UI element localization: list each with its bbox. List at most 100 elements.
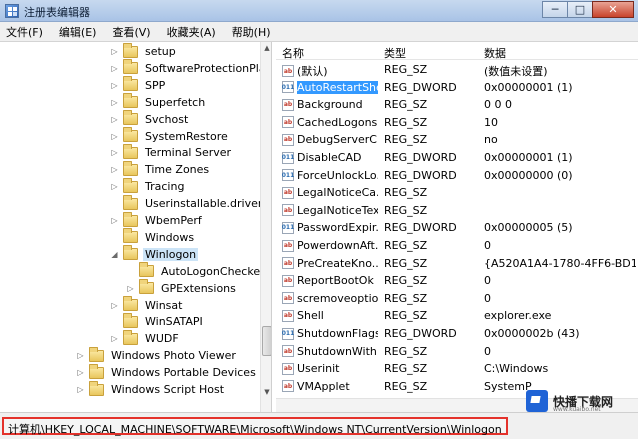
menu-help[interactable]: 帮助(H) [232, 24, 271, 40]
tree-item[interactable]: ▷ SystemRestore [110, 127, 230, 145]
value-data: 10 [484, 115, 498, 129]
value-row[interactable]: ab LegalNoticeText REG_SZ [276, 203, 638, 220]
tree-item[interactable]: ▷ WUDF [110, 329, 181, 347]
registry-values-list[interactable]: 名称 类型 数据 ab (默认) REG_SZ (数值未设置) 011 AutoResta… [276, 42, 638, 412]
expand-arrow-icon[interactable]: ▷ [110, 132, 119, 141]
expand-arrow-icon[interactable]: ▷ [110, 148, 119, 157]
expand-arrow-icon[interactable]: ▷ [76, 385, 85, 394]
value-row[interactable]: abDebugServerC... REG_SZ no [276, 132, 638, 149]
value-row[interactable]: 011AutoRestartShell REG_DWORD 0x00000001 (… [276, 80, 638, 97]
value-name: AutoRestartShell [296, 80, 378, 94]
folder-icon [123, 110, 138, 126]
column-header-name[interactable]: 名称 [282, 45, 304, 61]
expand-arrow-icon[interactable]: ▷ [110, 81, 119, 90]
tree-item[interactable]: ▷ Time Zones [110, 160, 211, 178]
expand-arrow-icon[interactable]: ▷ [110, 334, 119, 343]
value-row[interactable]: 011 DisableCAD REG_DWORD 0x00000001 (1) [276, 150, 638, 167]
value-row[interactable]: 011 ForceUnlockLo... REG_DWORD 0x00000000 (… [276, 168, 638, 185]
value-row[interactable]: ab Background REG_SZ 0 0 0 [276, 97, 638, 114]
folder-icon [139, 262, 154, 278]
value-row[interactable]: ab Userinit REG_SZ C:\Windows [276, 361, 638, 378]
expand-arrow-icon[interactable]: ▷ [110, 165, 119, 174]
value-row[interactable]: 011 ShutdownFlags REG_DWORD 0x0000002b (43) [276, 326, 638, 343]
tree-item[interactable]: ▷ Windows Portable Devices [76, 363, 258, 381]
registry-key-tree[interactable]: ▷ Windows Script Host ▷ Windows Portable De… [2, 42, 272, 412]
tree-item[interactable]: ▷ Tracing [110, 177, 186, 195]
value-data: 0 [484, 239, 491, 252]
folder-icon [123, 59, 138, 75]
tree-item[interactable]: ▷ setup [110, 42, 178, 60]
folder-icon [123, 127, 138, 142]
value-row[interactable]: 011 PasswordExpir... REG_DWORD 0x00000005 (… [276, 220, 638, 237]
tree-item[interactable]: ▷ WbemPerf [110, 211, 204, 229]
folder-icon [89, 363, 104, 379]
value-row[interactable]: ab ReportBootOk REG_SZ 0 [276, 273, 638, 290]
menu-file[interactable]: 文件(F) [6, 24, 43, 40]
scroll-down-icon[interactable]: ▼ [261, 386, 271, 398]
close-button[interactable]: ✕ [592, 1, 634, 18]
expand-arrow-icon[interactable]: ▷ [110, 115, 119, 124]
title-bar[interactable]: 注册表编辑器 ─ □ ✕ [0, 0, 638, 22]
value-name: ForceUnlockLo... [297, 168, 378, 182]
value-row[interactable]: abShutdownWith... REG_SZ 0 [276, 344, 638, 361]
value-row[interactable]: abCachedLogons... REG_SZ 10 [276, 115, 638, 132]
tree-item[interactable]: Userinstallable.drivers [110, 194, 270, 212]
value-name-cell: ab ReportBootOk [282, 274, 378, 287]
value-name-cell: 011 ForceUnlockLo... [282, 169, 378, 182]
tree-item[interactable]: ▷ Windows Photo Viewer [76, 346, 238, 364]
folder-icon [123, 42, 138, 58]
value-row[interactable]: ab LegalNoticeCa... REG_SZ [276, 185, 638, 202]
tree-item[interactable]: ▷ SPP [110, 76, 167, 94]
window-title: 注册表编辑器 [24, 6, 90, 19]
value-name: DebugServerC... [297, 133, 378, 147]
expand-arrow-icon[interactable]: ▷ [76, 368, 85, 377]
tree-item[interactable]: ▷ Windows Script Host [76, 380, 226, 398]
menu-view[interactable]: 查看(V) [112, 24, 150, 40]
column-header-data[interactable]: 数据 [484, 45, 506, 61]
value-row[interactable]: ab scremoveoption REG_SZ 0 [276, 291, 638, 308]
value-name: scremoveoption [297, 291, 378, 305]
column-header-type[interactable]: 类型 [384, 45, 406, 61]
tree-item[interactable]: ◢ Winlogon [110, 245, 199, 263]
menu-favorites[interactable]: 收藏夹(A) [167, 24, 216, 40]
scroll-up-icon[interactable]: ▲ [261, 42, 271, 54]
scroll-thumb[interactable] [262, 326, 271, 356]
tree-item-label: SoftwareProtectionPlatfo [145, 61, 272, 75]
value-row[interactable]: ab PreCreateKno... REG_SZ {A520A1A4-1780-4F… [276, 256, 638, 273]
expand-arrow-icon[interactable]: ▷ [110, 216, 119, 225]
value-row[interactable]: ab PowerdownAft... REG_SZ 0 [276, 238, 638, 255]
expand-arrow-icon[interactable]: ◢ [110, 250, 119, 259]
tree-item[interactable]: WinSATAPI [110, 312, 205, 330]
value-data: (数值未设置) [484, 65, 548, 78]
expand-arrow-icon[interactable]: ▷ [76, 351, 85, 360]
value-row[interactable]: ab (默认) REG_SZ (数值未设置) [276, 62, 638, 79]
tree-item[interactable]: ▷ Superfetch [110, 93, 207, 111]
tree-item[interactable]: ▷ SoftwareProtectionPlatfo [110, 59, 272, 77]
tree-item-label: Superfetch [145, 95, 206, 109]
maximize-button[interactable]: □ [567, 1, 593, 18]
tree-item[interactable]: Windows [110, 228, 196, 246]
value-data: 0x0000002b (43) [484, 327, 580, 340]
value-name: ShutdownWith... [297, 344, 378, 358]
tree-item[interactable]: ▷ Svchost [110, 110, 190, 128]
tree-item-label: WUDF [145, 332, 179, 346]
value-type: REG_DWORD [384, 80, 457, 94]
tree-item[interactable]: ▷ Winsat [110, 296, 184, 314]
value-name-cell: ab Background [282, 98, 378, 111]
value-type: REG_SZ [384, 379, 428, 393]
tree-item[interactable]: AutoLogonChecked [126, 262, 269, 280]
value-row[interactable]: ab Shell REG_SZ explorer.exe [276, 308, 638, 325]
expand-arrow-icon[interactable]: ▷ [110, 182, 119, 191]
expand-arrow-icon[interactable]: ▷ [110, 98, 119, 107]
menu-edit[interactable]: 编辑(E) [59, 24, 97, 40]
tree-item[interactable]: ▷ GPExtensions [126, 279, 238, 297]
tree-vertical-scrollbar[interactable]: ▲ ▼ [260, 42, 271, 412]
expand-arrow-icon[interactable]: ▷ [110, 301, 119, 310]
expand-arrow-icon[interactable]: ▷ [126, 284, 135, 293]
expand-arrow-icon[interactable]: ▷ [110, 47, 119, 56]
tree-item[interactable]: ▷ Terminal Server [110, 143, 233, 161]
expand-arrow-icon[interactable]: ▷ [110, 64, 119, 73]
regedit-app-icon [5, 4, 19, 18]
minimize-button[interactable]: ─ [542, 1, 568, 18]
value-type: REG_SZ [384, 256, 428, 270]
